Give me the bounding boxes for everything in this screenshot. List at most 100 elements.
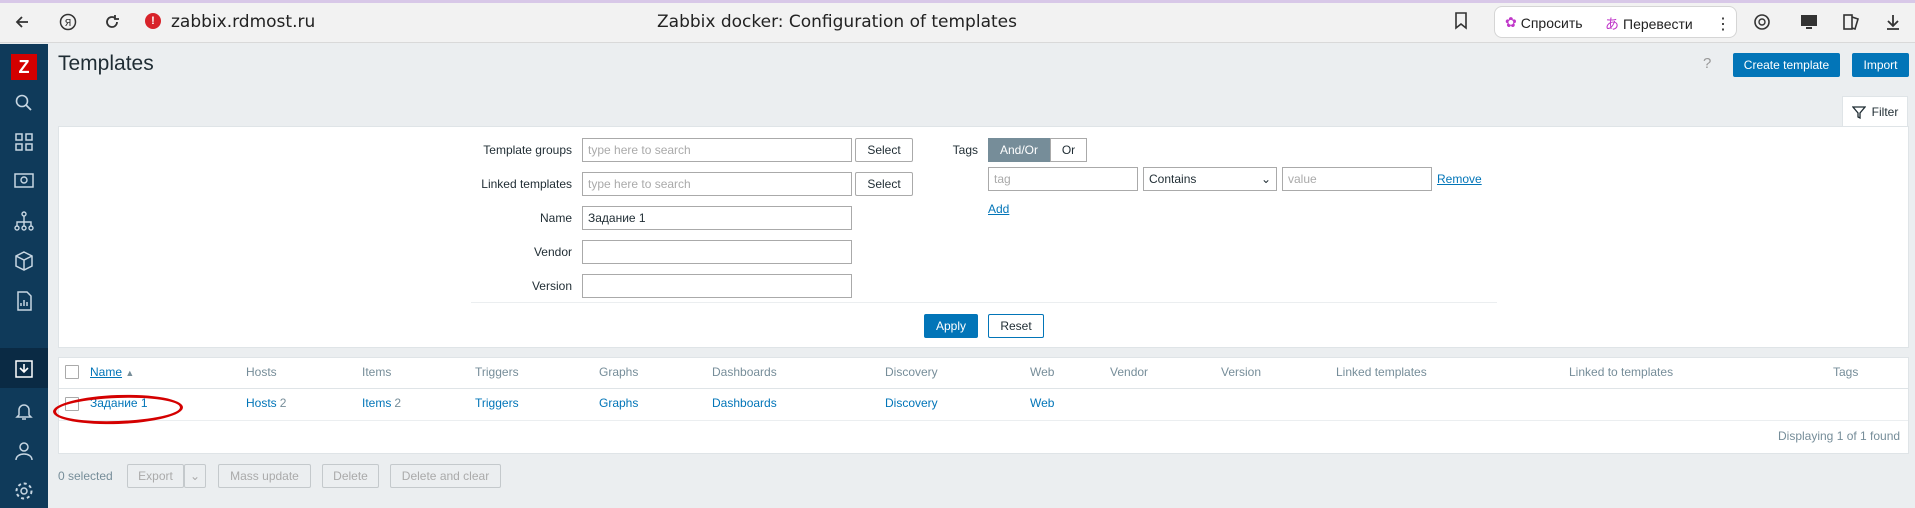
- ask-button[interactable]: ✿ Спросить: [1505, 14, 1583, 31]
- linked-templates-label: Linked templates: [481, 177, 572, 191]
- apply-button[interactable]: Apply: [924, 314, 978, 338]
- hosts-count: 2: [279, 396, 287, 410]
- header-divider: [59, 388, 1908, 389]
- security-warning-icon[interactable]: !: [145, 13, 161, 29]
- tags-andor-toggle[interactable]: And/Or: [988, 138, 1050, 162]
- tag-remove-link[interactable]: Remove: [1437, 172, 1482, 186]
- zabbix-logo[interactable]: Z: [11, 54, 37, 80]
- column-header-dashboards: Dashboards: [712, 365, 777, 379]
- items-count: 2: [394, 396, 402, 410]
- svg-text:Я: Я: [65, 18, 72, 29]
- items-link[interactable]: Items 2: [362, 396, 401, 410]
- template-groups-label: Template groups: [483, 143, 572, 157]
- browser-ai-pill: ✿ Спросить あ Перевести ⋮: [1494, 6, 1737, 38]
- tag-add-link[interactable]: Add: [988, 202, 1009, 216]
- browser-top-accent: [0, 0, 1915, 3]
- column-header-discovery: Discovery: [885, 365, 938, 379]
- vpn-icon[interactable]: [1750, 10, 1774, 34]
- dashboards-icon[interactable]: [12, 130, 36, 154]
- tags-or-toggle[interactable]: Or: [1050, 138, 1087, 162]
- page-title: Templates: [58, 52, 154, 75]
- search-icon[interactable]: [12, 91, 36, 115]
- monitoring-icon[interactable]: [12, 169, 36, 193]
- filter-tab-label: Filter: [1871, 105, 1899, 119]
- dashboards-link[interactable]: Dashboards: [712, 396, 777, 410]
- discovery-link[interactable]: Discovery: [885, 396, 938, 410]
- data-collection-icon[interactable]: [12, 357, 36, 381]
- delete-and-clear-button[interactable]: Delete and clear: [390, 464, 501, 488]
- column-header-name[interactable]: Name ▲: [90, 365, 134, 379]
- column-header-web: Web: [1030, 365, 1055, 379]
- screen-icon[interactable]: [1797, 10, 1821, 34]
- browser-toolbar: Я ! zabbix.rdmost.ru Zabbix docker: Conf…: [0, 0, 1915, 43]
- row-divider: [59, 420, 1908, 421]
- export-button[interactable]: Export: [127, 464, 184, 488]
- filter-divider: [471, 302, 1497, 303]
- ask-icon: ✿: [1505, 14, 1517, 30]
- column-header-vendor: Vendor: [1110, 365, 1149, 379]
- vendor-input[interactable]: [582, 240, 852, 264]
- column-header-triggers: Triggers: [475, 365, 519, 379]
- sidebar: Z: [0, 44, 48, 508]
- download-icon[interactable]: [1881, 10, 1905, 34]
- tag-value-input[interactable]: value: [1282, 167, 1432, 191]
- name-label: Name: [539, 211, 572, 225]
- template-groups-input[interactable]: type here to search: [582, 138, 852, 162]
- address-bar[interactable]: zabbix.rdmost.ru: [171, 12, 315, 32]
- export-chevron-icon[interactable]: ⌄: [184, 464, 206, 488]
- collections-icon[interactable]: [1839, 10, 1863, 34]
- services-icon[interactable]: [12, 209, 36, 233]
- linked-templates-input[interactable]: type here to search: [582, 172, 852, 196]
- page-tab-title: Zabbix docker: Configuration of template…: [657, 12, 1017, 32]
- version-label: Version: [531, 279, 572, 293]
- tag-name-input[interactable]: tag: [988, 167, 1138, 191]
- tag-operator-select[interactable]: Contains ⌄: [1143, 167, 1277, 191]
- tab-filter[interactable]: Filter: [1842, 96, 1908, 127]
- inventory-icon[interactable]: [12, 249, 36, 273]
- sort-asc-icon: ▲: [125, 368, 135, 378]
- version-input[interactable]: [582, 274, 852, 298]
- hosts-link[interactable]: Hosts 2: [246, 396, 286, 410]
- bookmark-icon[interactable]: [1453, 11, 1469, 34]
- translate-button[interactable]: あ Перевести: [1605, 14, 1693, 34]
- users-icon[interactable]: [12, 439, 36, 463]
- displaying-count: Displaying 1 of 1 found: [1778, 429, 1901, 443]
- filter-panel: [58, 126, 1909, 348]
- triggers-link[interactable]: Triggers: [475, 396, 519, 410]
- column-header-linked-to-templates: Linked to templates: [1569, 365, 1674, 379]
- mass-update-button[interactable]: Mass update: [218, 464, 311, 488]
- select-all-checkbox[interactable]: [65, 365, 79, 379]
- create-template-button[interactable]: Create template: [1733, 53, 1840, 77]
- column-header-items: Items: [362, 365, 392, 379]
- back-icon[interactable]: [10, 10, 34, 34]
- delete-button[interactable]: Delete: [322, 464, 379, 488]
- chevron-down-icon: ⌄: [1260, 172, 1271, 186]
- name-input[interactable]: Задание 1: [582, 206, 852, 230]
- graphs-link[interactable]: Graphs: [599, 396, 638, 410]
- vendor-label: Vendor: [533, 245, 572, 259]
- translate-label: Перевести: [1623, 16, 1693, 32]
- import-button[interactable]: Import: [1852, 53, 1909, 77]
- tag-operator-value: Contains: [1149, 172, 1197, 186]
- tags-label: Tags: [952, 143, 978, 157]
- linked-templates-select-button[interactable]: Select: [855, 172, 913, 196]
- reset-button[interactable]: Reset: [988, 314, 1044, 338]
- selected-count: 0 selected: [58, 469, 113, 483]
- yandex-icon[interactable]: Я: [56, 10, 80, 34]
- reports-icon[interactable]: [12, 289, 36, 313]
- hosts-link-label: Hosts: [246, 396, 277, 410]
- filter-icon: [1851, 106, 1866, 119]
- ask-label: Спросить: [1520, 14, 1583, 31]
- column-header-hosts: Hosts: [246, 365, 277, 379]
- administration-icon[interactable]: [12, 479, 36, 503]
- help-icon[interactable]: ?: [1703, 55, 1711, 72]
- more-menu-icon[interactable]: ⋮: [1715, 14, 1731, 34]
- column-header-graphs: Graphs: [599, 365, 639, 379]
- alerts-icon[interactable]: [12, 399, 36, 423]
- reload-icon[interactable]: [100, 10, 124, 34]
- column-header-linked-templates: Linked templates: [1336, 365, 1427, 379]
- column-header-version: Version: [1221, 365, 1262, 379]
- column-name-label: Name: [90, 365, 123, 379]
- web-link[interactable]: Web: [1030, 396, 1054, 410]
- column-header-tags: Tags: [1833, 365, 1859, 379]
